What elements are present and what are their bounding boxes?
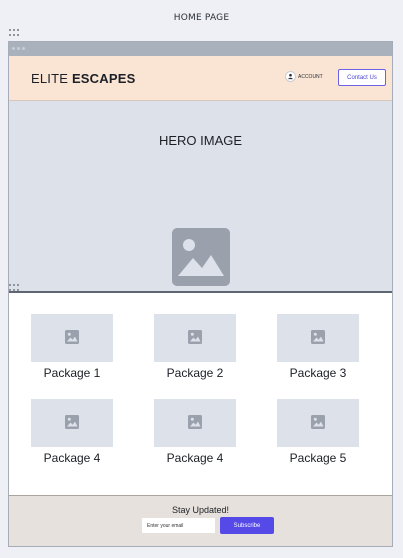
brand-light: ELITE	[31, 71, 72, 86]
wireframe-frame: ELITE ESCAPES ACCOUNT Contact Us HERO IM…	[8, 41, 393, 547]
package-card[interactable]: Package 3	[277, 314, 359, 380]
image-icon	[65, 329, 79, 348]
package-label: Package 5	[289, 451, 347, 465]
package-label: Package 1	[43, 366, 101, 380]
package-card[interactable]: Package 2	[154, 314, 236, 380]
hero-section: HERO IMAGE	[9, 101, 392, 293]
package-card[interactable]: Package 4	[31, 399, 113, 465]
hero-label: HERO IMAGE	[158, 133, 243, 148]
package-label: Package 4	[166, 451, 224, 465]
brand-bold: ESCAPES	[71, 71, 136, 86]
package-label: Package 3	[289, 366, 347, 380]
image-icon	[188, 329, 202, 348]
image-icon	[311, 414, 325, 433]
image-icon	[311, 329, 325, 348]
package-image	[154, 399, 236, 447]
package-image	[154, 314, 236, 362]
window-dots-icon	[12, 47, 25, 50]
email-field[interactable]	[142, 518, 215, 533]
account-label: ACCOUNT	[298, 73, 323, 80]
package-image	[277, 314, 359, 362]
contact-us-button[interactable]: Contact Us	[338, 69, 386, 86]
image-icon	[188, 414, 202, 433]
package-label: Package 2	[166, 366, 224, 380]
package-card[interactable]: Package 1	[31, 314, 113, 380]
package-image	[277, 399, 359, 447]
package-card[interactable]: Package 4	[154, 399, 236, 465]
brand-logo[interactable]: ELITE ESCAPES	[31, 71, 135, 86]
subscribe-button[interactable]: Subscribe	[220, 517, 274, 534]
user-icon	[285, 71, 296, 82]
image-icon	[172, 228, 230, 290]
package-card[interactable]: Package 5	[277, 399, 359, 465]
package-image	[31, 399, 113, 447]
page-title: HOME PAGE	[173, 13, 230, 23]
account-link[interactable]: ACCOUNT	[285, 71, 323, 82]
newsletter-footer: Stay Updated! Subscribe	[9, 495, 392, 546]
package-image	[31, 314, 113, 362]
navbar: ELITE ESCAPES ACCOUNT Contact Us	[9, 56, 392, 101]
newsletter-title: Stay Updated!	[171, 505, 230, 515]
drag-handle-icon[interactable]	[9, 284, 21, 292]
drag-handle-icon[interactable]	[9, 29, 21, 37]
image-icon	[65, 414, 79, 433]
browser-bar	[9, 42, 392, 56]
package-label: Package 4	[43, 451, 101, 465]
